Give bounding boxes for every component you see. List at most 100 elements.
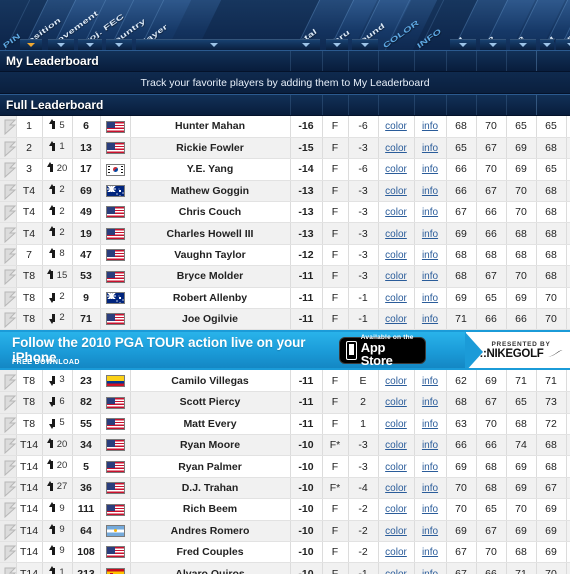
- player-name-cell[interactable]: Robert Allenby: [130, 287, 291, 310]
- color-link[interactable]: color: [385, 569, 407, 574]
- player-name-cell[interactable]: Vaughn Taylor: [130, 244, 291, 267]
- player-name-cell[interactable]: Alvaro Quiros: [130, 562, 291, 574]
- sort-button-country[interactable]: [106, 39, 132, 50]
- pin-cell[interactable]: [0, 541, 17, 564]
- color-cell[interactable]: color: [378, 520, 415, 543]
- player-name-cell[interactable]: Mathew Goggin: [130, 180, 291, 203]
- player-name-cell[interactable]: Rickie Fowler: [130, 137, 291, 160]
- info-cell[interactable]: info: [414, 158, 447, 181]
- table-row[interactable]: T8 15 53 Bryce Molder -11 F -3 color info 68 67 70 6…: [0, 265, 570, 288]
- info-cell[interactable]: info: [414, 180, 447, 203]
- table-row[interactable]: T14 9 64 Andres Romero -10 F -2 color info 69 67 69…: [0, 520, 570, 543]
- table-row[interactable]: T14 9 108 Fred Couples -10 F -2 color info 67 70 68…: [0, 541, 570, 564]
- info-cell[interactable]: info: [414, 308, 447, 331]
- color-cell[interactable]: color: [378, 434, 415, 457]
- player-name-cell[interactable]: Ryan Palmer: [130, 455, 291, 478]
- info-cell[interactable]: info: [414, 244, 447, 267]
- player-name-cell[interactable]: Y.E. Yang: [130, 158, 291, 181]
- sort-button-total[interactable]: [292, 39, 320, 50]
- info-cell[interactable]: info: [414, 413, 447, 436]
- color-cell[interactable]: color: [378, 116, 415, 138]
- color-link[interactable]: color: [385, 314, 407, 325]
- pin-flag-icon[interactable]: [3, 545, 16, 562]
- pin-cell[interactable]: [0, 222, 17, 245]
- info-link[interactable]: info: [422, 504, 438, 515]
- color-cell[interactable]: color: [378, 562, 415, 574]
- player-name-cell[interactable]: Fred Couples: [130, 541, 291, 564]
- app-store-button[interactable]: Available on the App Store: [338, 334, 426, 367]
- info-cell[interactable]: info: [414, 370, 447, 393]
- info-cell[interactable]: info: [414, 455, 447, 478]
- color-link[interactable]: color: [385, 121, 407, 132]
- table-row[interactable]: 7 8 47 Vaughn Taylor -12 F -3 color info 68 68 68 68…: [0, 244, 570, 267]
- pin-cell[interactable]: [0, 287, 17, 310]
- color-link[interactable]: color: [385, 293, 407, 304]
- info-link[interactable]: info: [422, 207, 438, 218]
- sort-button-proj-fec[interactable]: [78, 39, 102, 50]
- player-name-cell[interactable]: Scott Piercy: [130, 391, 291, 414]
- pin-flag-icon[interactable]: [3, 502, 16, 519]
- info-link[interactable]: info: [422, 483, 438, 494]
- table-row[interactable]: T4 2 19 Charles Howell III -13 F -3 color info 69…: [0, 222, 570, 245]
- info-link[interactable]: info: [422, 314, 438, 325]
- pin-cell[interactable]: [0, 391, 17, 414]
- color-cell[interactable]: color: [378, 137, 415, 160]
- pin-flag-icon[interactable]: [3, 524, 16, 540]
- pin-cell[interactable]: [0, 370, 17, 393]
- info-link[interactable]: info: [422, 250, 438, 261]
- table-row[interactable]: T8271Joe Ogilvie-11F-1colorinfo716666702…: [0, 308, 570, 331]
- pin-cell[interactable]: [0, 116, 17, 138]
- color-link[interactable]: color: [385, 397, 407, 408]
- player-name-cell[interactable]: Matt Every: [130, 413, 291, 436]
- color-cell[interactable]: color: [378, 287, 415, 310]
- pin-flag-icon[interactable]: [3, 184, 16, 200]
- sort-button-position[interactable]: [20, 39, 42, 50]
- info-link[interactable]: info: [422, 293, 438, 304]
- color-cell[interactable]: color: [378, 391, 415, 414]
- pin-cell[interactable]: [0, 498, 17, 521]
- info-link[interactable]: info: [422, 440, 438, 451]
- player-name-cell[interactable]: Hunter Mahan: [130, 116, 291, 138]
- player-name-cell[interactable]: Chris Couch: [130, 201, 291, 224]
- sort-button-thru[interactable]: [326, 39, 348, 50]
- table-row[interactable]: T141213Alvaro Quiros-10F-1colorinfo67667…: [0, 562, 570, 574]
- player-name-cell[interactable]: Camilo Villegas: [130, 370, 291, 393]
- player-name-cell[interactable]: Ryan Moore: [130, 434, 291, 457]
- info-cell[interactable]: info: [414, 116, 447, 138]
- sort-button-r4[interactable]: [540, 39, 554, 50]
- color-cell[interactable]: color: [378, 370, 415, 393]
- pin-cell[interactable]: [0, 520, 17, 543]
- pin-flag-icon[interactable]: [3, 312, 16, 329]
- table-row[interactable]: 3 20 17 Y.E. Yang-14F-6 color info 66706965270: [0, 158, 570, 181]
- color-link[interactable]: color: [385, 250, 407, 261]
- info-link[interactable]: info: [422, 569, 438, 574]
- player-name-cell[interactable]: Rich Beem: [130, 498, 291, 521]
- table-row[interactable]: 2 1 13 Rickie Fowler -15 F -3 color info 65 67 69 68…: [0, 137, 570, 160]
- iphone-app-ad-banner[interactable]: Follow the 2010 PGA TOUR action live on …: [0, 330, 570, 371]
- color-link[interactable]: color: [385, 440, 407, 451]
- player-name-cell[interactable]: Andres Romero: [130, 520, 291, 543]
- color-cell[interactable]: color: [378, 222, 415, 245]
- info-cell[interactable]: info: [414, 222, 447, 245]
- sort-button-player[interactable]: [136, 39, 292, 50]
- info-cell[interactable]: info: [414, 137, 447, 160]
- info-link[interactable]: info: [422, 186, 438, 197]
- info-link[interactable]: info: [422, 271, 438, 282]
- pin-flag-icon[interactable]: [3, 438, 16, 455]
- info-cell[interactable]: info: [414, 541, 447, 564]
- color-cell[interactable]: color: [378, 455, 415, 478]
- table-row[interactable]: T8 6 82 Scott Piercy-11F2 color info 686765732…: [0, 391, 570, 414]
- pin-cell[interactable]: [0, 137, 17, 160]
- pin-cell[interactable]: [0, 434, 17, 457]
- pin-cell[interactable]: [0, 158, 17, 181]
- color-link[interactable]: color: [385, 229, 407, 240]
- pin-flag-icon[interactable]: [3, 141, 16, 158]
- pin-flag-icon[interactable]: [3, 162, 16, 179]
- info-cell[interactable]: info: [414, 201, 447, 224]
- pin-cell[interactable]: [0, 265, 17, 288]
- table-row[interactable]: T14 27 36 D.J. Trahan -10 F* -4 color info 70 68 69…: [0, 477, 570, 500]
- color-link[interactable]: color: [385, 143, 407, 154]
- table-row[interactable]: T8 3 23 Camilo Villegas -11 F Ecolor info 62 69 71…: [0, 370, 570, 393]
- info-link[interactable]: info: [422, 397, 438, 408]
- info-link[interactable]: info: [422, 547, 438, 558]
